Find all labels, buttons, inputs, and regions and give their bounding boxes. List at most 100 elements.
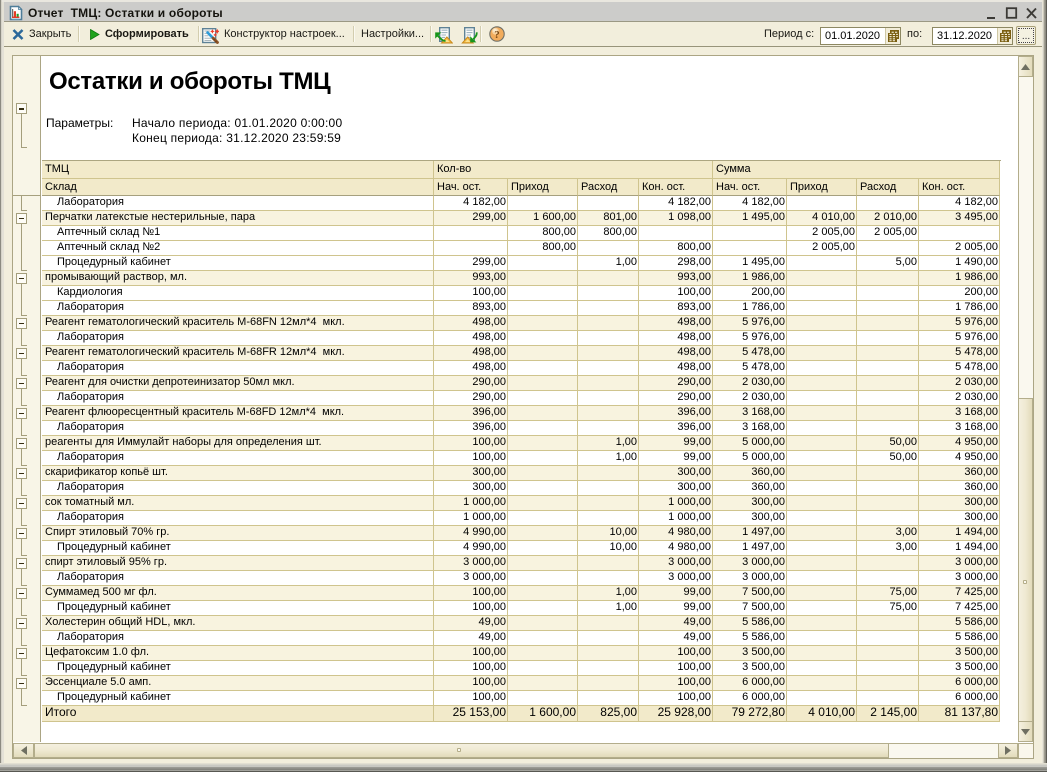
row-value[interactable] [508,391,578,406]
row-value[interactable]: 3 168,00 [919,421,1000,436]
row-value[interactable]: 100,00 [434,451,508,466]
row-value[interactable]: 3 495,00 [919,211,1000,226]
total-value[interactable]: 4 010,00 [787,706,857,722]
header-cell-sum[interactable]: Сумма [713,161,1000,179]
row-value[interactable] [787,556,857,571]
row-value[interactable]: 300,00 [434,466,508,481]
row-value[interactable]: 2 030,00 [713,376,787,391]
row-value[interactable]: 2 030,00 [919,376,1000,391]
row-value[interactable]: 298,00 [639,256,713,271]
row-value[interactable]: 5 478,00 [919,346,1000,361]
row-value[interactable] [787,391,857,406]
row-value[interactable]: 100,00 [639,646,713,661]
row-label[interactable]: Реагент гематологический краситель M-68F… [42,346,434,361]
period-from-input[interactable]: 01.01.2020 [820,27,901,45]
row-value[interactable] [787,376,857,391]
row-value[interactable]: 5 000,00 [713,451,787,466]
row-value[interactable]: 100,00 [434,436,508,451]
row-value[interactable] [787,196,857,211]
row-value[interactable] [857,556,919,571]
row-value[interactable] [857,481,919,496]
row-value[interactable]: 1 000,00 [639,511,713,526]
row-value[interactable] [578,331,639,346]
row-value[interactable]: 3 000,00 [713,556,787,571]
row-value[interactable] [508,496,578,511]
row-value[interactable] [508,661,578,676]
row-value[interactable]: 2 005,00 [787,241,857,256]
row-value[interactable] [578,616,639,631]
total-value[interactable]: 25 153,00 [434,706,508,722]
row-value[interactable] [787,436,857,451]
row-value[interactable] [713,241,787,256]
row-value[interactable]: 75,00 [857,586,919,601]
row-value[interactable] [787,646,857,661]
row-value[interactable]: 1,00 [578,451,639,466]
row-value[interactable]: 498,00 [434,316,508,331]
collapse-group-button[interactable] [16,273,27,284]
row-value[interactable] [578,571,639,586]
row-value[interactable]: 396,00 [639,406,713,421]
close-report-button[interactable]: Закрыть [12,22,71,46]
row-value[interactable]: 300,00 [639,481,713,496]
row-value[interactable] [434,241,508,256]
row-value[interactable]: 50,00 [857,436,919,451]
row-value[interactable] [857,271,919,286]
row-value[interactable] [508,256,578,271]
row-value[interactable]: 49,00 [434,631,508,646]
row-label[interactable]: Перчатки латекстые нестерильные, пара [42,211,434,226]
row-value[interactable] [508,286,578,301]
row-value[interactable]: 1 494,00 [919,526,1000,541]
row-value[interactable]: 360,00 [713,481,787,496]
collapse-group-button[interactable] [16,558,27,569]
row-value[interactable] [919,226,1000,241]
maximize-button[interactable] [1005,6,1018,20]
header-cell-sklad[interactable]: Склад [42,179,434,196]
help-button[interactable]: ? [489,22,505,46]
row-value[interactable] [578,361,639,376]
row-value[interactable]: 3 168,00 [713,406,787,421]
scroll-down-button[interactable] [1018,721,1033,742]
row-value[interactable] [578,691,639,706]
row-value[interactable]: 300,00 [919,496,1000,511]
row-value[interactable] [857,421,919,436]
row-label[interactable]: Лаборатория [42,511,434,526]
row-value[interactable]: 3 500,00 [919,661,1000,676]
row-value[interactable]: 50,00 [857,451,919,466]
row-value[interactable]: 3 000,00 [434,571,508,586]
row-value[interactable]: 1,00 [578,586,639,601]
row-value[interactable] [787,346,857,361]
row-value[interactable]: 3,00 [857,526,919,541]
row-value[interactable]: 2 010,00 [857,211,919,226]
row-label[interactable]: Аптечный склад №2 [42,241,434,256]
row-value[interactable] [434,226,508,241]
row-value[interactable] [578,376,639,391]
row-value[interactable]: 6 000,00 [713,676,787,691]
row-value[interactable] [857,241,919,256]
row-value[interactable]: 498,00 [434,361,508,376]
calendar-button[interactable] [885,28,900,44]
row-value[interactable]: 200,00 [919,286,1000,301]
collapse-group-button[interactable] [16,498,27,509]
header-cell-qty-sub2[interactable]: Расход [578,179,639,196]
row-value[interactable]: 100,00 [434,586,508,601]
vertical-scrollbar[interactable] [1018,56,1033,742]
row-value[interactable]: 800,00 [639,241,713,256]
row-value[interactable] [787,421,857,436]
close-window-button[interactable] [1025,6,1038,20]
row-value[interactable]: 498,00 [639,316,713,331]
row-label[interactable]: спирт этиловый 95% гр. [42,556,434,571]
row-value[interactable]: 300,00 [713,511,787,526]
row-value[interactable]: 801,00 [578,211,639,226]
row-label[interactable]: Лаборатория [42,571,434,586]
row-label[interactable]: Кардиология [42,286,434,301]
row-value[interactable]: 49,00 [434,616,508,631]
row-value[interactable]: 800,00 [508,226,578,241]
row-value[interactable]: 3 000,00 [434,556,508,571]
row-value[interactable] [639,226,713,241]
row-value[interactable]: 1 495,00 [713,211,787,226]
row-label[interactable]: сок томатный мл. [42,496,434,511]
row-value[interactable] [508,616,578,631]
row-label[interactable]: Процедурный кабинет [42,541,434,556]
row-value[interactable]: 3 168,00 [713,421,787,436]
total-value[interactable]: 79 272,80 [713,706,787,722]
